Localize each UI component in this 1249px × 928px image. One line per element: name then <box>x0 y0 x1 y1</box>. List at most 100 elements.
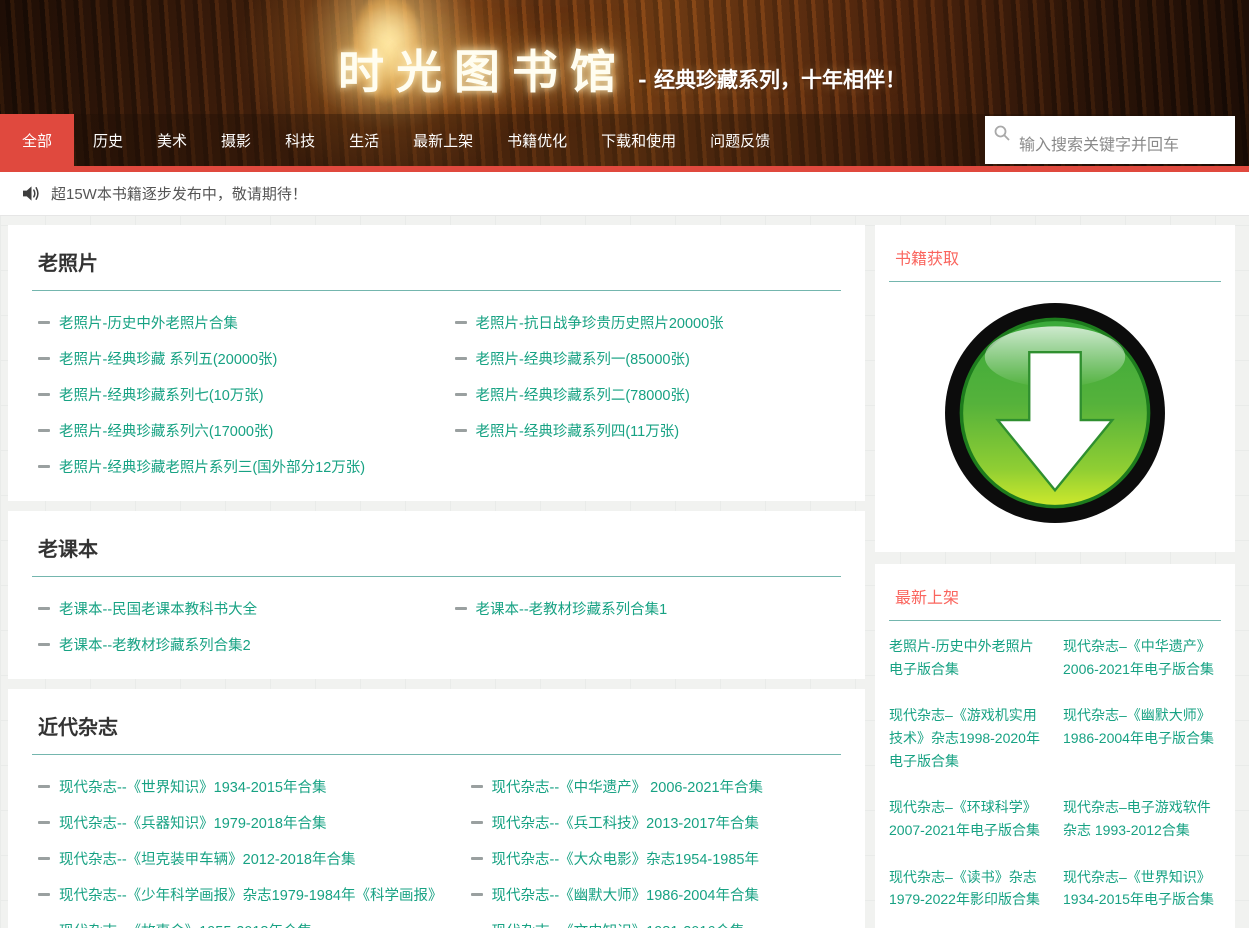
list-item: 老照片-经典珍藏系列七(10万张) <box>38 384 427 405</box>
section-title: 老照片 <box>38 247 843 276</box>
section-old-textbooks: 老课本 老课本--民国老课本教科书大全 老课本--老教材珍藏系列合集1 老课本-… <box>8 511 865 679</box>
book-link[interactable]: 老课本--老教材珍藏系列合集1 <box>476 598 668 619</box>
section-divider <box>32 576 841 577</box>
sidebar-card-title: 书籍获取 <box>895 245 1221 269</box>
sidebar-card-title: 最新上架 <box>895 584 1221 608</box>
dash-icon <box>471 893 483 896</box>
book-link[interactable]: 老照片-经典珍藏系列七(10万张) <box>59 384 264 405</box>
book-link[interactable]: 老照片-经典珍藏系列二(78000张) <box>476 384 690 405</box>
book-link[interactable]: 现代杂志--《少年科学画报》杂志1979-1984年《科学画报》 <box>59 884 443 905</box>
dash-icon <box>38 465 50 468</box>
nav-item-technology[interactable]: 科技 <box>270 114 330 166</box>
section-link-grid: 老课本--民国老课本教科书大全 老课本--老教材珍藏系列合集1 老课本--老教材… <box>30 583 843 655</box>
announcement-text: 超15W本书籍逐步发布中，敬请期待！ <box>51 183 307 204</box>
section-title: 近代杂志 <box>38 711 843 740</box>
latest-link-grid: 老照片-历史中外老照片电子版合集 现代杂志–《中华遗产》2006-2021年电子… <box>889 629 1221 928</box>
section-divider <box>32 290 841 291</box>
nav-item-book-optimize[interactable]: 书籍优化 <box>492 114 582 166</box>
list-item: 老照片-历史中外老照片合集 <box>38 312 427 333</box>
section-divider <box>32 754 841 755</box>
book-link[interactable]: 现代杂志--《中华遗产》 2006-2021年合集 <box>492 776 764 797</box>
nav-item-download-usage[interactable]: 下载和使用 <box>586 114 691 166</box>
book-link[interactable]: 现代杂志--《大众电影》杂志1954-1985年 <box>492 848 760 869</box>
list-item: 老照片-经典珍藏系列四(11万张) <box>455 420 844 441</box>
download-wrap <box>889 290 1221 532</box>
download-arrow-icon[interactable] <box>938 296 1172 530</box>
book-link[interactable]: 老照片-经典珍藏系列一(85000张) <box>476 348 690 369</box>
dash-icon <box>38 607 50 610</box>
book-link[interactable]: 现代杂志--《文史知识》1981-2016合集 <box>492 920 745 928</box>
book-link[interactable]: 老照片-经典珍藏老照片系列三(国外部分12万张) <box>59 456 365 477</box>
nav-item-all[interactable]: 全部 <box>0 114 74 166</box>
dash-icon <box>38 393 50 396</box>
list-item: 现代杂志--《世界知识》1934-2015年合集 <box>38 776 443 797</box>
brand: 时光图书馆 - 经典珍藏系列，十年相伴！ <box>338 36 906 102</box>
dash-icon <box>38 429 50 432</box>
latest-link[interactable]: 现代杂志–《世界知识》1934-2015年电子版合集 <box>1063 866 1221 911</box>
dash-icon <box>38 893 50 896</box>
book-link[interactable]: 老课本--老教材珍藏系列合集2 <box>59 634 251 655</box>
latest-link[interactable]: 现代杂志–《读书》杂志1979-2022年影印版合集 <box>889 866 1047 911</box>
sidebar-card-book-download: 书籍获取 <box>875 225 1235 552</box>
list-item: 现代杂志--《兵工科技》2013-2017年合集 <box>471 812 844 833</box>
section-old-photos: 老照片 老照片-历史中外老照片合集 老照片-抗日战争珍贵历史照片20000张 老… <box>8 225 865 501</box>
book-link[interactable]: 老照片-历史中外老照片合集 <box>59 312 238 333</box>
book-link[interactable]: 现代杂志--《坦克装甲车辆》2012-2018年合集 <box>59 848 356 869</box>
book-link[interactable]: 老课本--民国老课本教科书大全 <box>59 598 257 619</box>
book-link[interactable]: 老照片-经典珍藏 系列五(20000张) <box>59 348 277 369</box>
site-subtitle: - 经典珍藏系列，十年相伴！ <box>638 64 906 94</box>
search-box <box>985 116 1235 164</box>
speaker-icon <box>22 185 41 202</box>
dash-icon <box>455 393 467 396</box>
main-nav: 全部 历史 美术 摄影 科技 生活 最新上架 书籍优化 下载和使用 问题反馈 <box>0 114 1249 172</box>
latest-link[interactable]: 现代杂志–《游戏机实用技术》杂志1998-2020年电子版合集 <box>889 704 1047 772</box>
book-link[interactable]: 老照片-抗日战争珍贵历史照片20000张 <box>476 312 724 333</box>
sidebar: 书籍获取 <box>875 225 1235 928</box>
list-item: 老照片-经典珍藏系列六(17000张) <box>38 420 427 441</box>
list-item: 老照片-抗日战争珍贵历史照片20000张 <box>455 312 844 333</box>
sidebar-divider <box>889 281 1221 282</box>
nav-item-feedback[interactable]: 问题反馈 <box>695 114 785 166</box>
book-link[interactable]: 现代杂志--《兵工科技》2013-2017年合集 <box>492 812 760 833</box>
list-item: 现代杂志--《文史知识》1981-2016合集 <box>471 920 844 928</box>
latest-link[interactable]: 现代杂志–《幽默大师》1986-2004年电子版合集 <box>1063 704 1221 772</box>
latest-link[interactable]: 老照片-历史中外老照片电子版合集 <box>889 635 1047 680</box>
list-item: 老照片-经典珍藏系列一(85000张) <box>455 348 844 369</box>
nav-item-history[interactable]: 历史 <box>78 114 138 166</box>
dash-icon <box>38 785 50 788</box>
list-item: 现代杂志--《幽默大师》1986-2004年合集 <box>471 884 844 905</box>
section-link-grid: 现代杂志--《世界知识》1934-2015年合集 现代杂志--《中华遗产》 20… <box>30 761 843 928</box>
nav-item-photography[interactable]: 摄影 <box>206 114 266 166</box>
list-item: 现代杂志--《大众电影》杂志1954-1985年 <box>471 848 844 869</box>
latest-link[interactable]: 现代杂志–电子游戏软件杂志 1993-2012合集 <box>1063 796 1221 841</box>
book-link[interactable]: 现代杂志--《兵器知识》1979-2018年合集 <box>59 812 327 833</box>
book-link[interactable]: 现代杂志--《故事会》1955-2018年合集 <box>59 920 312 928</box>
list-item: 现代杂志--《中华遗产》 2006-2021年合集 <box>471 776 844 797</box>
list-item: 老照片-经典珍藏老照片系列三(国外部分12万张) <box>38 456 427 477</box>
book-link[interactable]: 老照片-经典珍藏系列六(17000张) <box>59 420 273 441</box>
book-link[interactable]: 现代杂志--《幽默大师》1986-2004年合集 <box>492 884 760 905</box>
book-link[interactable]: 老照片-经典珍藏系列四(11万张) <box>476 420 680 441</box>
search-input[interactable] <box>985 116 1235 164</box>
content-area: 老照片 老照片-历史中外老照片合集 老照片-抗日战争珍贵历史照片20000张 老… <box>0 216 1249 928</box>
sidebar-card-new-arrivals: 最新上架 老照片-历史中外老照片电子版合集 现代杂志–《中华遗产》2006-20… <box>875 564 1235 928</box>
nav-item-life[interactable]: 生活 <box>334 114 394 166</box>
nav-item-art[interactable]: 美术 <box>142 114 202 166</box>
announcement-bar: 超15W本书籍逐步发布中，敬请期待！ <box>0 172 1249 216</box>
section-title: 老课本 <box>38 533 843 562</box>
search-icon <box>994 125 1010 141</box>
dash-icon <box>455 607 467 610</box>
nav-item-new-arrivals[interactable]: 最新上架 <box>398 114 488 166</box>
list-item: 老课本--老教材珍藏系列合集1 <box>455 598 844 619</box>
list-item: 现代杂志--《坦克装甲车辆》2012-2018年合集 <box>38 848 443 869</box>
section-link-grid: 老照片-历史中外老照片合集 老照片-抗日战争珍贵历史照片20000张 老照片-经… <box>30 297 843 477</box>
main-column: 老照片 老照片-历史中外老照片合集 老照片-抗日战争珍贵历史照片20000张 老… <box>8 225 865 928</box>
dash-icon <box>38 821 50 824</box>
list-item: 老照片-经典珍藏系列二(78000张) <box>455 384 844 405</box>
book-link[interactable]: 现代杂志--《世界知识》1934-2015年合集 <box>59 776 327 797</box>
site-header: 时光图书馆 - 经典珍藏系列，十年相伴！ 全部 历史 美术 摄影 科技 生活 最… <box>0 0 1249 172</box>
latest-link[interactable]: 现代杂志–《环球科学》2007-2021年电子版合集 <box>889 796 1047 841</box>
dash-icon <box>38 321 50 324</box>
latest-link[interactable]: 现代杂志–《中华遗产》2006-2021年电子版合集 <box>1063 635 1221 680</box>
sidebar-divider <box>889 620 1221 621</box>
